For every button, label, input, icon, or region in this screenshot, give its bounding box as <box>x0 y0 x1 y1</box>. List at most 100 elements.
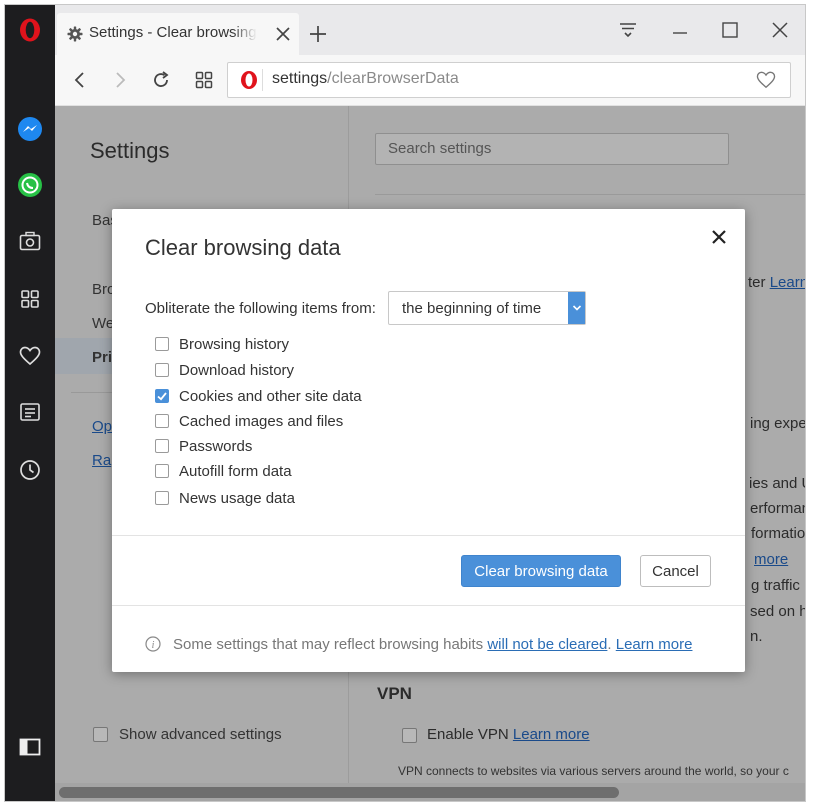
clear-browsing-data-button[interactable]: Clear browsing data <box>461 555 621 587</box>
fragment-text: ter <box>748 274 766 291</box>
option-label: Cookies and other site data <box>179 387 362 405</box>
checkbox[interactable] <box>155 414 169 428</box>
nav-rate-link[interactable]: Ra <box>92 452 111 469</box>
nav-opera-help-link[interactable]: Op <box>92 418 112 435</box>
nav-privacy[interactable]: Pri <box>92 349 112 366</box>
option-download-history[interactable]: Download history <box>155 360 294 380</box>
address-bar[interactable]: settings/clearBrowserData <box>227 62 791 98</box>
back-icon[interactable] <box>67 67 93 93</box>
time-range-select[interactable]: the beginning of time <box>388 291 586 325</box>
messenger-icon[interactable] <box>5 109 55 149</box>
reload-icon[interactable] <box>148 67 174 93</box>
show-advanced-label: Show advanced settings <box>119 726 282 743</box>
window-close-icon[interactable] <box>763 15 797 45</box>
learn-more-link[interactable]: Learn more <box>616 636 693 653</box>
clear-browsing-data-dialog: Clear browsing data Obliterate the follo… <box>112 209 745 672</box>
checkbox[interactable] <box>155 464 169 478</box>
minimize-icon[interactable] <box>663 15 697 45</box>
checkbox[interactable] <box>155 337 169 351</box>
bookmark-heart-icon[interactable] <box>756 71 776 89</box>
camera-icon[interactable] <box>5 221 55 261</box>
navigation-bar: settings/clearBrowserData <box>55 55 805 106</box>
section-divider <box>375 194 805 195</box>
text-fragment: sed on h <box>750 603 805 620</box>
dialog-title: Clear browsing data <box>145 235 341 260</box>
opera-sidebar <box>5 5 55 801</box>
footer-text: Some settings that may reflect browsing … <box>173 635 484 653</box>
option-cookies[interactable]: Cookies and other site data <box>155 386 362 406</box>
address-divider <box>262 69 263 91</box>
easy-setup-icon[interactable] <box>611 15 645 45</box>
tab-strip: Settings - Clear browsing data <box>55 5 805 55</box>
text-fragment: erforman <box>750 500 805 517</box>
url-text: settings/clearBrowserData <box>272 70 459 88</box>
maximize-icon[interactable] <box>713 15 747 45</box>
learn-more-link[interactable]: Learn <box>770 274 805 291</box>
option-label: Browsing history <box>179 335 290 353</box>
checkbox[interactable] <box>155 491 169 505</box>
enable-vpn-checkbox[interactable] <box>402 728 417 743</box>
speed-dial-icon[interactable] <box>5 279 55 319</box>
search-input[interactable] <box>376 134 718 162</box>
heart-icon[interactable] <box>5 336 55 376</box>
dialog-divider <box>112 535 745 536</box>
will-not-be-cleared-link[interactable]: will not be cleared <box>487 636 607 653</box>
search-settings <box>375 133 729 165</box>
news-icon[interactable] <box>5 392 55 432</box>
text-fragment: n. <box>750 628 763 645</box>
option-browsing-history[interactable]: Browsing history <box>155 334 289 354</box>
option-autofill[interactable]: Autofill form data <box>155 461 292 481</box>
dialog-divider <box>112 605 745 606</box>
option-passwords[interactable]: Passwords <box>155 436 252 456</box>
new-tab-icon[interactable] <box>305 21 331 47</box>
horizontal-scrollbar[interactable] <box>55 783 805 801</box>
option-label: Autofill form data <box>179 462 292 480</box>
sidebar-toggle-icon[interactable] <box>5 727 55 767</box>
text-fragment: ing expe <box>750 415 805 432</box>
option-label: Cached images and files <box>179 412 344 430</box>
option-label: Download history <box>179 361 295 379</box>
whatsapp-icon[interactable] <box>5 165 55 205</box>
forward-icon[interactable] <box>107 67 133 93</box>
opera-logo-icon <box>240 70 258 90</box>
option-cached-images[interactable]: Cached images and files <box>155 411 343 431</box>
url-host: settings <box>272 70 328 87</box>
option-news-usage[interactable]: News usage data <box>155 488 295 508</box>
page-title: Settings <box>90 138 170 163</box>
footer-period: . <box>607 635 612 653</box>
vpn-description: VPN connects to websites via various ser… <box>398 764 789 778</box>
enable-vpn-label: Enable VPN <box>427 726 509 743</box>
checkbox[interactable] <box>155 363 169 377</box>
checkmark-icon <box>157 392 167 401</box>
tab-grid-icon[interactable] <box>191 67 217 93</box>
url-path: /clearBrowserData <box>327 70 459 87</box>
info-icon: i <box>145 636 161 652</box>
history-clock-icon[interactable] <box>5 450 55 490</box>
option-label: Passwords <box>179 437 253 455</box>
text-fragment: g traffic <box>751 577 800 594</box>
tab-settings[interactable]: Settings - Clear browsing data <box>57 13 299 55</box>
checkbox[interactable] <box>155 439 169 453</box>
dialog-footer: i Some settings that may reflect browsin… <box>145 634 692 654</box>
show-advanced-checkbox[interactable] <box>93 727 108 742</box>
checkbox-checked[interactable] <box>155 389 169 403</box>
cancel-button[interactable]: Cancel <box>640 555 711 587</box>
enable-vpn-row: Enable VPN Learn more <box>427 726 590 743</box>
opera-logo-icon[interactable] <box>5 10 55 50</box>
text-fragment: ies and U <box>749 475 805 492</box>
time-range-value: the beginning of time <box>402 300 542 317</box>
tab-close-icon[interactable] <box>273 24 293 44</box>
vpn-heading: VPN <box>377 684 412 703</box>
nav-websites[interactable]: We <box>92 315 114 332</box>
chevron-down-icon <box>568 292 585 324</box>
gear-icon <box>67 26 83 42</box>
close-icon[interactable] <box>707 225 731 249</box>
obliterate-label: Obliterate the following items from: <box>145 300 376 317</box>
svg-text:i: i <box>152 640 155 651</box>
vpn-learn-more-link[interactable]: Learn more <box>513 726 590 743</box>
text-fragment: ter Learn <box>748 274 805 291</box>
option-label: News usage data <box>179 489 295 507</box>
more-link[interactable]: more <box>754 551 788 568</box>
text-fragment: formatio <box>751 525 805 542</box>
scrollbar-thumb[interactable] <box>59 787 619 798</box>
